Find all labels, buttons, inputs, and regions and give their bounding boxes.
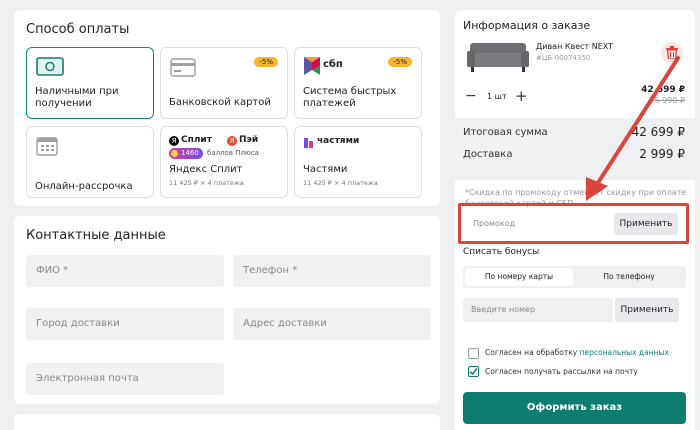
discount-badge: -5% xyxy=(388,57,412,67)
trash-icon xyxy=(666,46,678,59)
promo-input[interactable]: Промокод xyxy=(465,213,615,235)
contacts-title: Контактные данные xyxy=(26,228,166,243)
qty-plus-button[interactable]: + xyxy=(515,87,528,105)
pay-logo-text: Пэй xyxy=(239,135,259,145)
installments-text: 11 425 ₽ × 4 платежа xyxy=(303,179,378,187)
product-price: 42 699 ₽ xyxy=(641,85,685,95)
delivery-value: 2 999 ₽ xyxy=(639,147,685,161)
total-label: Итоговая сумма xyxy=(463,127,548,138)
product-image xyxy=(467,43,529,72)
email-field[interactable]: Электронная почта xyxy=(26,363,224,395)
plus-points-text: баллов Плюса xyxy=(207,149,259,157)
payment-method-cash[interactable]: Наличными при получении xyxy=(26,47,154,119)
bonus-title: Списать бонусы xyxy=(463,247,540,257)
product-name[interactable]: Диван Квест NEXT xyxy=(536,42,613,51)
bonus-number-input[interactable]: Введите номер xyxy=(463,298,613,322)
delivery-label: Доставка xyxy=(463,149,513,160)
payment-method-label: Частями xyxy=(303,164,348,175)
payment-method-label: Онлайн-рассрочка xyxy=(35,181,133,192)
name-field[interactable]: ФИО * xyxy=(26,255,224,287)
chastyami-icon xyxy=(304,138,313,148)
contacts-card: Контактные данные ФИО * Телефон * Город … xyxy=(14,216,440,404)
calendar-icon xyxy=(36,137,58,156)
payment-title: Способ оплаты xyxy=(26,22,130,37)
chastyami-logo-text: частями xyxy=(317,136,360,146)
totals-block: Итоговая сумма 42 699 ₽ Доставка 2 999 ₽ xyxy=(455,118,695,180)
payment-method-sbp[interactable]: сбп -5% Система быстрых платежей xyxy=(294,47,422,119)
qty-minus-button[interactable]: − xyxy=(465,88,477,104)
personal-data-link[interactable]: персональных данных xyxy=(580,348,669,357)
phone-field[interactable]: Телефон * xyxy=(233,255,431,287)
split-logo-text: Сплит xyxy=(181,135,212,145)
payment-method-installment[interactable]: Онлайн-рассрочка xyxy=(26,126,154,198)
tab-phone[interactable]: По телефону xyxy=(575,268,683,286)
payment-method-yandex-split[interactable]: Я Сплит Я Пэй 1460 баллов Плюса Яндекс С… xyxy=(160,126,288,198)
consent-personal-text: Согласен на обработку xyxy=(485,348,580,357)
plus-points-badge: 1460 xyxy=(169,148,203,159)
consent-newsletter-checkbox[interactable] xyxy=(468,366,479,377)
consent-newsletter-label: Согласен получать рассылки на почту xyxy=(485,367,638,376)
order-title: Информация о заказе xyxy=(463,19,591,32)
submit-order-button[interactable]: Оформить заказ xyxy=(463,392,686,424)
split-icon: Я xyxy=(169,136,179,146)
qty-stepper: − 1 шт + xyxy=(463,87,531,108)
plus-points: 1460 xyxy=(181,149,199,157)
qty-value: 1 шт xyxy=(487,92,507,101)
pay-icon: Я xyxy=(227,136,237,146)
sbp-logo-text: сбп xyxy=(323,59,343,70)
tab-card-number[interactable]: По номеру карты xyxy=(465,268,573,286)
consent-personal-checkbox[interactable] xyxy=(468,348,479,359)
bonus-tabs: По номеру карты По телефону xyxy=(463,266,686,288)
plus-icon xyxy=(171,150,178,157)
discount-badge: -5% xyxy=(254,57,278,67)
payment-method-label: Система быстрых платежей xyxy=(303,86,397,109)
payment-method-label: Наличными при получении xyxy=(35,86,119,109)
total-value: 42 699 ₽ xyxy=(631,125,685,139)
apply-bonus-button[interactable]: Применить xyxy=(615,298,679,322)
installments-text: 11 425 ₽ × 4 платежа xyxy=(169,179,244,187)
address-field[interactable]: Адрес доставки xyxy=(233,308,431,340)
payment-method-chastyami[interactable]: частями Частями 11 425 ₽ × 4 платежа xyxy=(294,126,422,198)
payment-method-card[interactable]: -5% Банковской картой xyxy=(160,47,288,119)
city-field[interactable]: Город доставки xyxy=(26,308,224,340)
payment-card: Способ оплаты Наличными при получении -5… xyxy=(14,10,440,206)
apply-promo-button[interactable]: Применить xyxy=(614,213,678,235)
delete-button[interactable] xyxy=(661,42,683,64)
product-sku: #ЦБ-00074350 xyxy=(536,54,591,62)
sbp-icon xyxy=(304,57,320,75)
next-section-card xyxy=(14,414,440,430)
payment-method-label: Яндекс Сплит xyxy=(169,164,243,175)
payment-method-label: Банковской картой xyxy=(169,97,271,108)
credit-card-icon xyxy=(170,58,196,77)
consent-personal-label: Согласен на обработку персональных данны… xyxy=(485,348,669,357)
cash-icon xyxy=(36,57,64,76)
order-card: Информация о заказе Диван Квест NEXT #ЦБ… xyxy=(455,10,695,430)
checkmark-icon xyxy=(469,368,478,376)
product-old-price: 75 999 ₽ xyxy=(649,96,685,105)
